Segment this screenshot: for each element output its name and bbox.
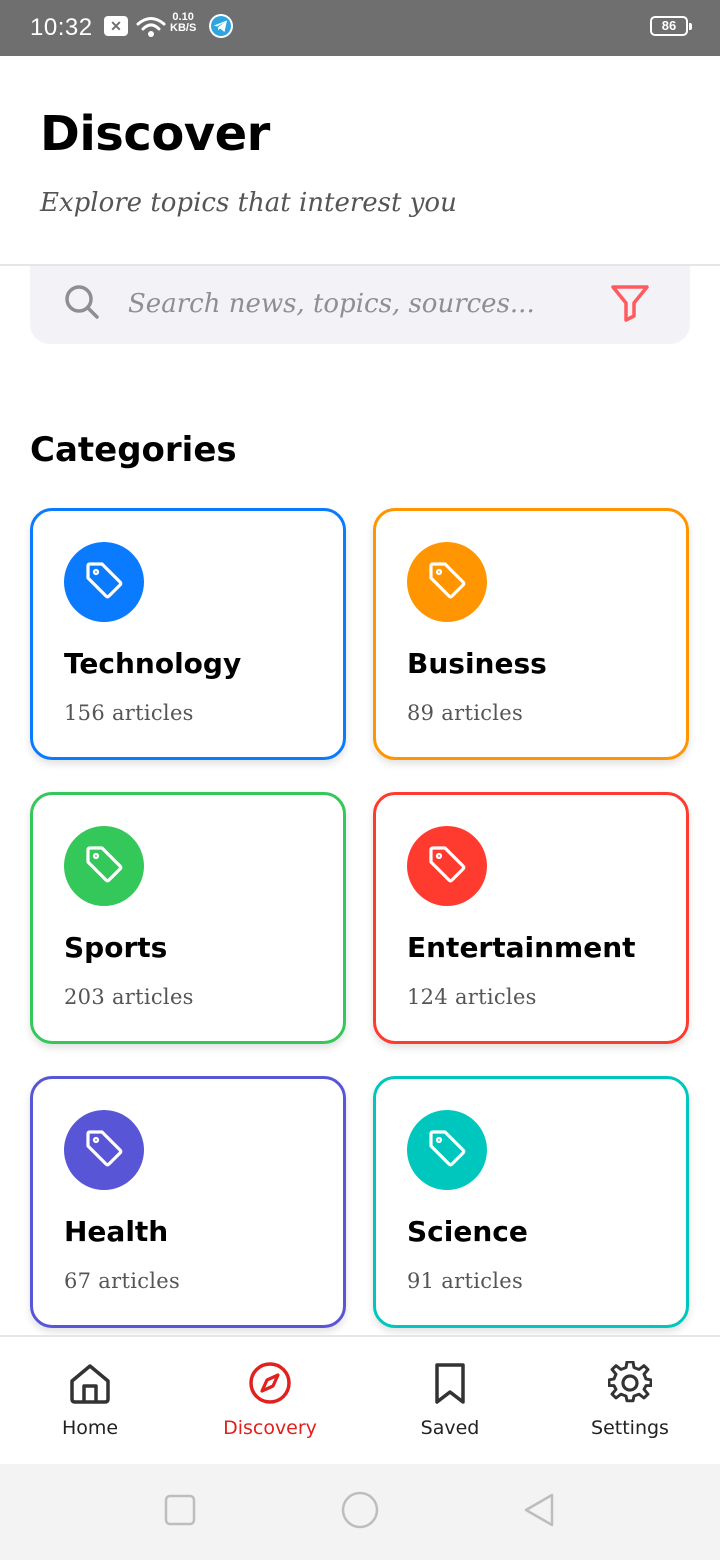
category-card-technology[interactable]: Technology 156 articles bbox=[30, 508, 346, 760]
nav-label-saved: Saved bbox=[420, 1417, 480, 1439]
page-title: Discover bbox=[40, 106, 270, 162]
nav-item-discovery[interactable]: Discovery bbox=[180, 1337, 360, 1466]
network-speed: 0.10 KB/S bbox=[170, 12, 196, 34]
category-badge bbox=[407, 542, 487, 622]
nav-item-home[interactable]: Home bbox=[0, 1337, 180, 1466]
back-button[interactable] bbox=[522, 1493, 556, 1532]
gear-icon bbox=[607, 1360, 653, 1409]
nav-label-discovery: Discovery bbox=[223, 1417, 317, 1439]
search-bar bbox=[30, 266, 690, 344]
nav-label-settings: Settings bbox=[591, 1417, 669, 1439]
category-badge bbox=[407, 1110, 487, 1190]
category-badge bbox=[64, 826, 144, 906]
telegram-icon bbox=[208, 13, 234, 43]
category-article-count: 203 articles bbox=[64, 985, 194, 1009]
notification-icon: ✕ bbox=[104, 16, 128, 36]
category-card-entertainment[interactable]: Entertainment 124 articles bbox=[373, 792, 689, 1044]
category-card-health[interactable]: Health 67 articles bbox=[30, 1076, 346, 1328]
tag-icon bbox=[82, 558, 126, 606]
category-name: Entertainment bbox=[407, 931, 636, 964]
category-name: Technology bbox=[64, 647, 242, 680]
nav-item-saved[interactable]: Saved bbox=[360, 1337, 540, 1466]
compass-icon bbox=[248, 1361, 292, 1409]
wifi-icon bbox=[136, 16, 166, 42]
bookmark-icon bbox=[428, 1361, 472, 1409]
search-icon bbox=[62, 282, 102, 326]
category-name: Sports bbox=[64, 931, 168, 964]
system-navigation-bar bbox=[0, 1464, 720, 1560]
home-icon bbox=[68, 1361, 112, 1409]
bottom-navigation: Home Discovery Saved Settings bbox=[0, 1335, 720, 1464]
network-speed-unit: KB/S bbox=[170, 22, 197, 34]
category-name: Science bbox=[407, 1215, 528, 1248]
category-article-count: 67 articles bbox=[64, 1269, 181, 1293]
tag-icon bbox=[425, 842, 469, 890]
category-card-sports[interactable]: Sports 203 articles bbox=[30, 792, 346, 1044]
tag-icon bbox=[425, 1126, 469, 1174]
category-article-count: 124 articles bbox=[407, 985, 537, 1009]
category-badge bbox=[64, 542, 144, 622]
tag-icon bbox=[425, 558, 469, 606]
categories-heading: Categories bbox=[30, 430, 237, 470]
filter-icon[interactable] bbox=[608, 280, 652, 328]
nav-label-home: Home bbox=[61, 1417, 119, 1439]
page-header: Discover Explore topics that interest yo… bbox=[0, 56, 720, 266]
recents-button[interactable] bbox=[164, 1494, 196, 1530]
category-badge bbox=[64, 1110, 144, 1190]
category-article-count: 89 articles bbox=[407, 701, 524, 725]
nav-item-settings[interactable]: Settings bbox=[540, 1337, 720, 1466]
category-name: Health bbox=[64, 1215, 169, 1248]
category-card-science[interactable]: Science 91 articles bbox=[373, 1076, 689, 1328]
category-article-count: 91 articles bbox=[407, 1269, 524, 1293]
tag-icon bbox=[82, 842, 126, 890]
category-article-count: 156 articles bbox=[64, 701, 194, 725]
home-button[interactable] bbox=[340, 1491, 380, 1534]
page-subtitle: Explore topics that interest you bbox=[40, 188, 457, 218]
search-input[interactable] bbox=[128, 280, 588, 328]
status-time: 10:32 bbox=[30, 14, 93, 41]
tag-icon bbox=[82, 1126, 126, 1174]
category-name: Business bbox=[407, 647, 547, 680]
status-bar: 10:32 ✕ 0.10 KB/S 86 bbox=[0, 0, 720, 56]
category-card-business[interactable]: Business 89 articles bbox=[373, 508, 689, 760]
category-badge bbox=[407, 826, 487, 906]
battery-icon: 86 bbox=[650, 16, 692, 36]
